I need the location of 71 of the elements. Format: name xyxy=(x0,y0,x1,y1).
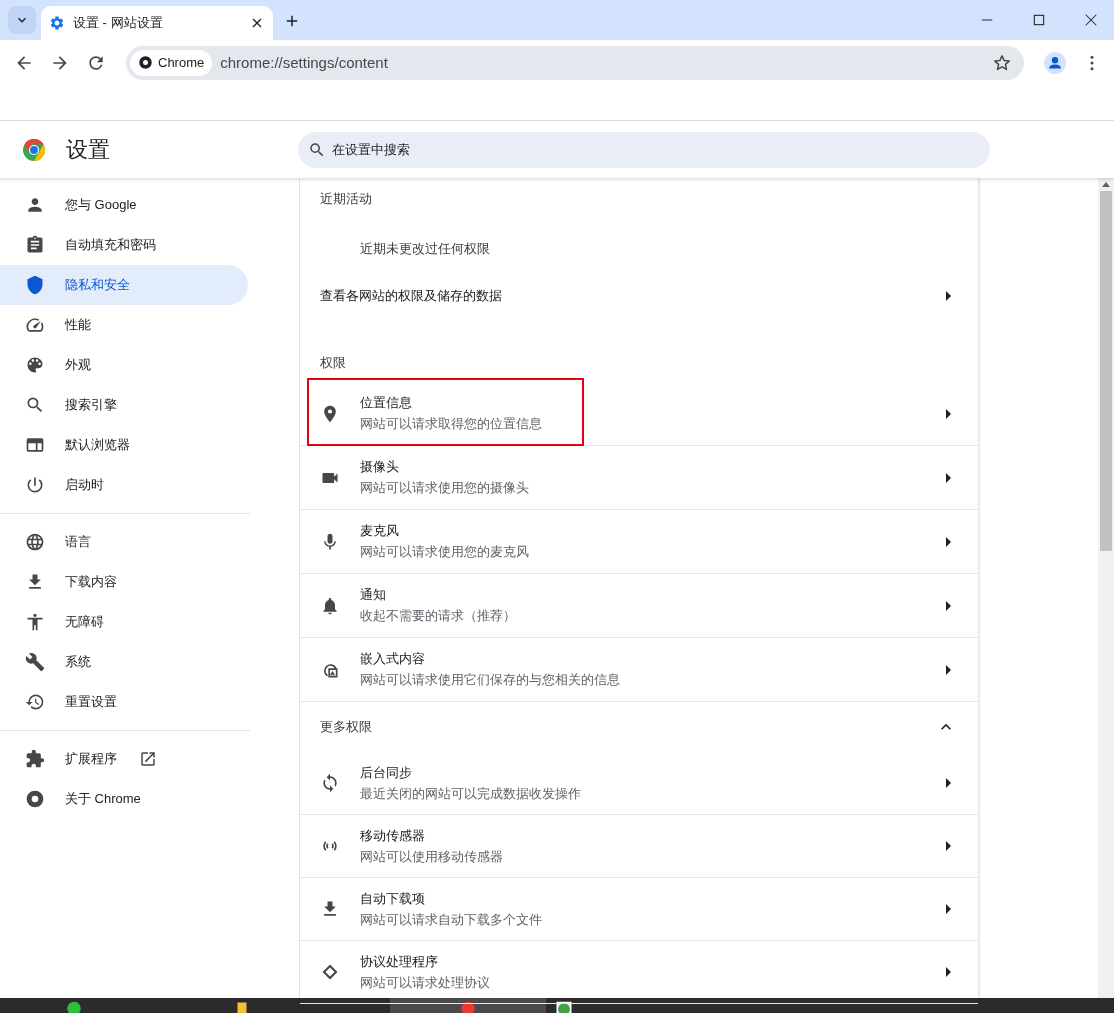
sidebar-item[interactable]: 重置设置 xyxy=(0,682,248,722)
sidebar-item[interactable]: 隐私和安全 xyxy=(0,265,248,305)
permission-row[interactable]: 嵌入式内容 网站可以请求使用它们保存的与您相关的信息 xyxy=(300,638,978,702)
profile-avatar-icon[interactable] xyxy=(1044,51,1066,74)
permission-row[interactable]: 移动传感器 网站可以使用移动传感器 xyxy=(300,815,978,878)
chevron-right-icon xyxy=(946,967,951,977)
wrench-icon xyxy=(25,652,45,672)
scrollbar[interactable] xyxy=(1098,178,1114,998)
scroll-up-arrow-icon[interactable] xyxy=(1102,182,1110,187)
more-permissions-header[interactable]: 更多权限 xyxy=(300,702,978,752)
sidebar-item[interactable]: 默认浏览器 xyxy=(0,425,248,465)
sidebar-item[interactable]: 系统 xyxy=(0,642,248,682)
search-icon xyxy=(25,395,45,415)
chevron-right-icon xyxy=(946,904,951,914)
section-heading: 近期活动 xyxy=(320,190,372,208)
sync-icon xyxy=(320,773,340,793)
accessibility-icon xyxy=(25,612,45,632)
empty-note: 近期未更改过任何权限 xyxy=(360,240,490,258)
permission-row[interactable]: 后台同步 最近关闭的网站可以完成数据收发操作 xyxy=(300,752,978,815)
sidebar-item[interactable]: 性能 xyxy=(0,305,248,345)
sidebar-item[interactable]: 下载内容 xyxy=(0,562,248,602)
globe-icon xyxy=(25,532,45,552)
diamond-icon xyxy=(320,962,340,982)
shield-icon xyxy=(25,275,45,295)
power-icon xyxy=(25,475,45,495)
colored-circle-logo-icon xyxy=(22,137,46,162)
history-icon xyxy=(25,692,45,712)
browser-window-icon xyxy=(25,435,45,455)
site-chip[interactable]: Chrome xyxy=(130,49,213,76)
clipboard-icon xyxy=(25,235,45,255)
chevron-right-icon xyxy=(946,778,951,788)
sidebar-item[interactable]: 自动填充和密码 xyxy=(0,225,248,265)
permission-row[interactable]: 麦克风 网站可以请求使用您的麦克风 xyxy=(300,510,978,574)
sidebar-item[interactable]: 外观 xyxy=(0,345,248,385)
chevron-right-icon xyxy=(946,664,951,675)
star-icon[interactable] xyxy=(992,52,1012,73)
palette-icon xyxy=(25,355,45,375)
chevron-right-icon xyxy=(946,472,951,483)
permission-row[interactable]: 摄像头 网站可以请求使用您的摄像头 xyxy=(300,446,978,510)
chevron-right-icon xyxy=(946,291,951,301)
ring-logo-icon xyxy=(138,55,153,70)
url-text: chrome://settings/content xyxy=(220,54,388,71)
address-bar[interactable]: Chrome chrome://settings/content xyxy=(126,45,1024,80)
bell-icon xyxy=(320,595,340,616)
permission-row[interactable]: 自动下载项 网站可以请求自动下载多个文件 xyxy=(300,878,978,941)
sidebar-item[interactable]: 扩展程序 xyxy=(0,739,248,779)
maximize-icon[interactable] xyxy=(1032,13,1046,27)
chevron-right-icon xyxy=(946,841,951,851)
chevron-right-icon xyxy=(946,536,951,547)
tab-title: 设置 - 网站设置 xyxy=(73,14,164,32)
ring-logo-icon xyxy=(25,789,45,809)
section-heading: 权限 xyxy=(320,354,346,372)
site-data-link-row[interactable]: 查看各网站的权限及储存的数据 xyxy=(300,272,978,320)
sidebar-item[interactable]: 您与 Google xyxy=(0,185,248,225)
close-icon[interactable] xyxy=(1084,13,1098,27)
chevron-right-icon xyxy=(946,408,951,419)
scrollbar-thumb[interactable] xyxy=(1100,191,1112,551)
sidebar-item[interactable]: 启动时 xyxy=(0,465,248,505)
gauge-icon xyxy=(25,315,45,335)
puzzle-icon xyxy=(25,749,45,769)
sidebar-item[interactable]: 无障碍 xyxy=(0,602,248,642)
search-field[interactable]: 在设置中搜索 xyxy=(298,131,990,168)
sidebar-item[interactable]: 语言 xyxy=(0,522,248,562)
sidebar-item[interactable]: 搜索引擎 xyxy=(0,385,248,425)
permission-row[interactable]: 通知 收起不需要的请求（推荐） xyxy=(300,574,978,638)
page-title: 设置 xyxy=(66,135,110,164)
permission-row[interactable]: 位置信息 网站可以请求取得您的位置信息 xyxy=(300,382,978,446)
browser-tab[interactable]: 设置 - 网站设置 xyxy=(41,6,273,40)
gear-icon xyxy=(49,15,65,31)
sidebar-item[interactable]: 关于 Chrome xyxy=(0,779,248,819)
chevron-right-icon xyxy=(946,600,951,611)
